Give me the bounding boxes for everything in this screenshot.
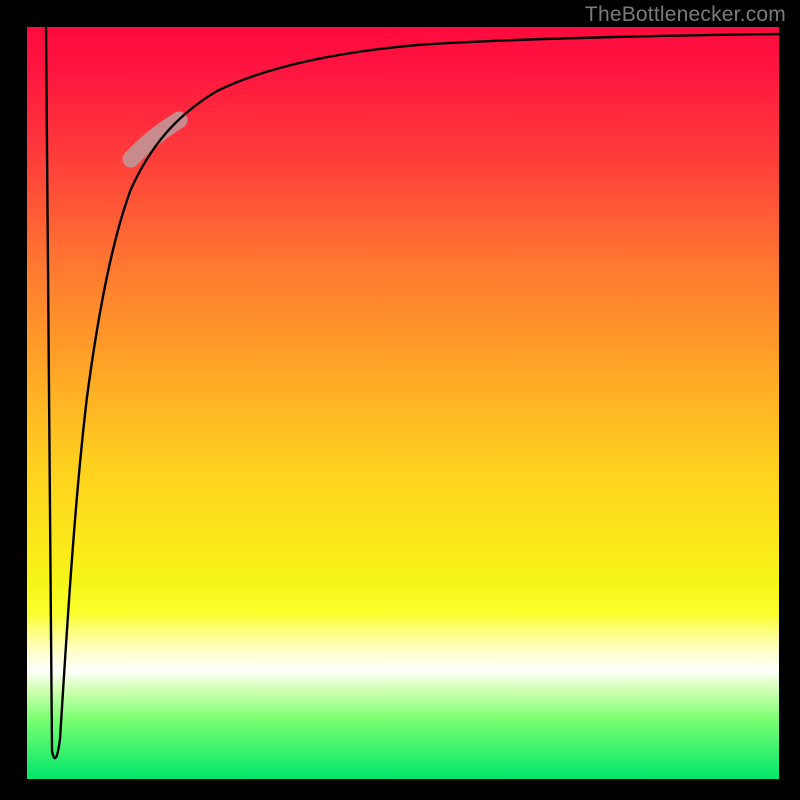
plot-area bbox=[27, 27, 779, 779]
chart-frame: TheBottlenecker.com bbox=[0, 0, 800, 800]
attribution-label: TheBottlenecker.com bbox=[585, 3, 786, 27]
curve-highlight bbox=[131, 120, 179, 159]
main-curve bbox=[46, 27, 779, 758]
curve-layer bbox=[27, 27, 779, 779]
